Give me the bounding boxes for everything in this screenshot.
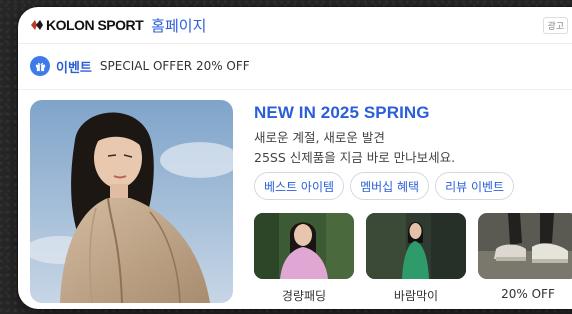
ad-header: KOLON SPORT 홈페이지 광고 xyxy=(18,7,572,44)
kolon-logo-icon xyxy=(31,20,43,30)
brand-name: KOLON SPORT xyxy=(46,17,144,33)
description-line-1: 새로운 계절, 새로운 발견 xyxy=(254,130,385,145)
thumb-label: 경량패딩 xyxy=(281,289,327,303)
gift-icon xyxy=(30,56,50,76)
brand-logo[interactable]: KOLON SPORT xyxy=(30,17,144,33)
thumb-20-off[interactable]: 20% OFF xyxy=(478,213,572,304)
thumb-image xyxy=(254,213,354,279)
event-text: SPECIAL OFFER 20% OFF xyxy=(99,59,250,73)
hero-image[interactable] xyxy=(30,100,233,303)
thumbnail-list: 경량패딩 바람막이 20% OFF xyxy=(254,213,572,304)
ad-badge: 광고 xyxy=(543,17,568,34)
headline[interactable]: NEW IN 2025 SPRING xyxy=(254,103,430,123)
thumb-image xyxy=(478,213,572,279)
chip-group: 베스트 아이템 멤버십 혜택 리뷰 이벤트 xyxy=(254,172,515,200)
chip-review-event[interactable]: 리뷰 이벤트 xyxy=(435,172,515,200)
thumb-label: 20% OFF xyxy=(501,287,555,301)
thumb-label: 바람막이 xyxy=(393,289,439,303)
ad-card: KOLON SPORT 홈페이지 광고 이벤트 SPECIAL OFFER 20… xyxy=(18,7,572,309)
thumb-windbreaker[interactable]: 바람막이 xyxy=(366,213,466,304)
thumb-image xyxy=(366,213,466,279)
homepage-link[interactable]: 홈페이지 xyxy=(151,15,206,36)
event-tag: 이벤트 xyxy=(56,60,92,76)
divider xyxy=(18,89,572,90)
chip-best-items[interactable]: 베스트 아이템 xyxy=(254,172,345,200)
description-line-2: 25SS 신제품을 지금 바로 만나보세요. xyxy=(254,150,456,165)
event-banner[interactable]: 이벤트 SPECIAL OFFER 20% OFF › xyxy=(18,52,572,80)
chip-membership[interactable]: 멤버십 혜택 xyxy=(350,172,430,200)
thumb-light-padding[interactable]: 경량패딩 xyxy=(254,213,354,304)
